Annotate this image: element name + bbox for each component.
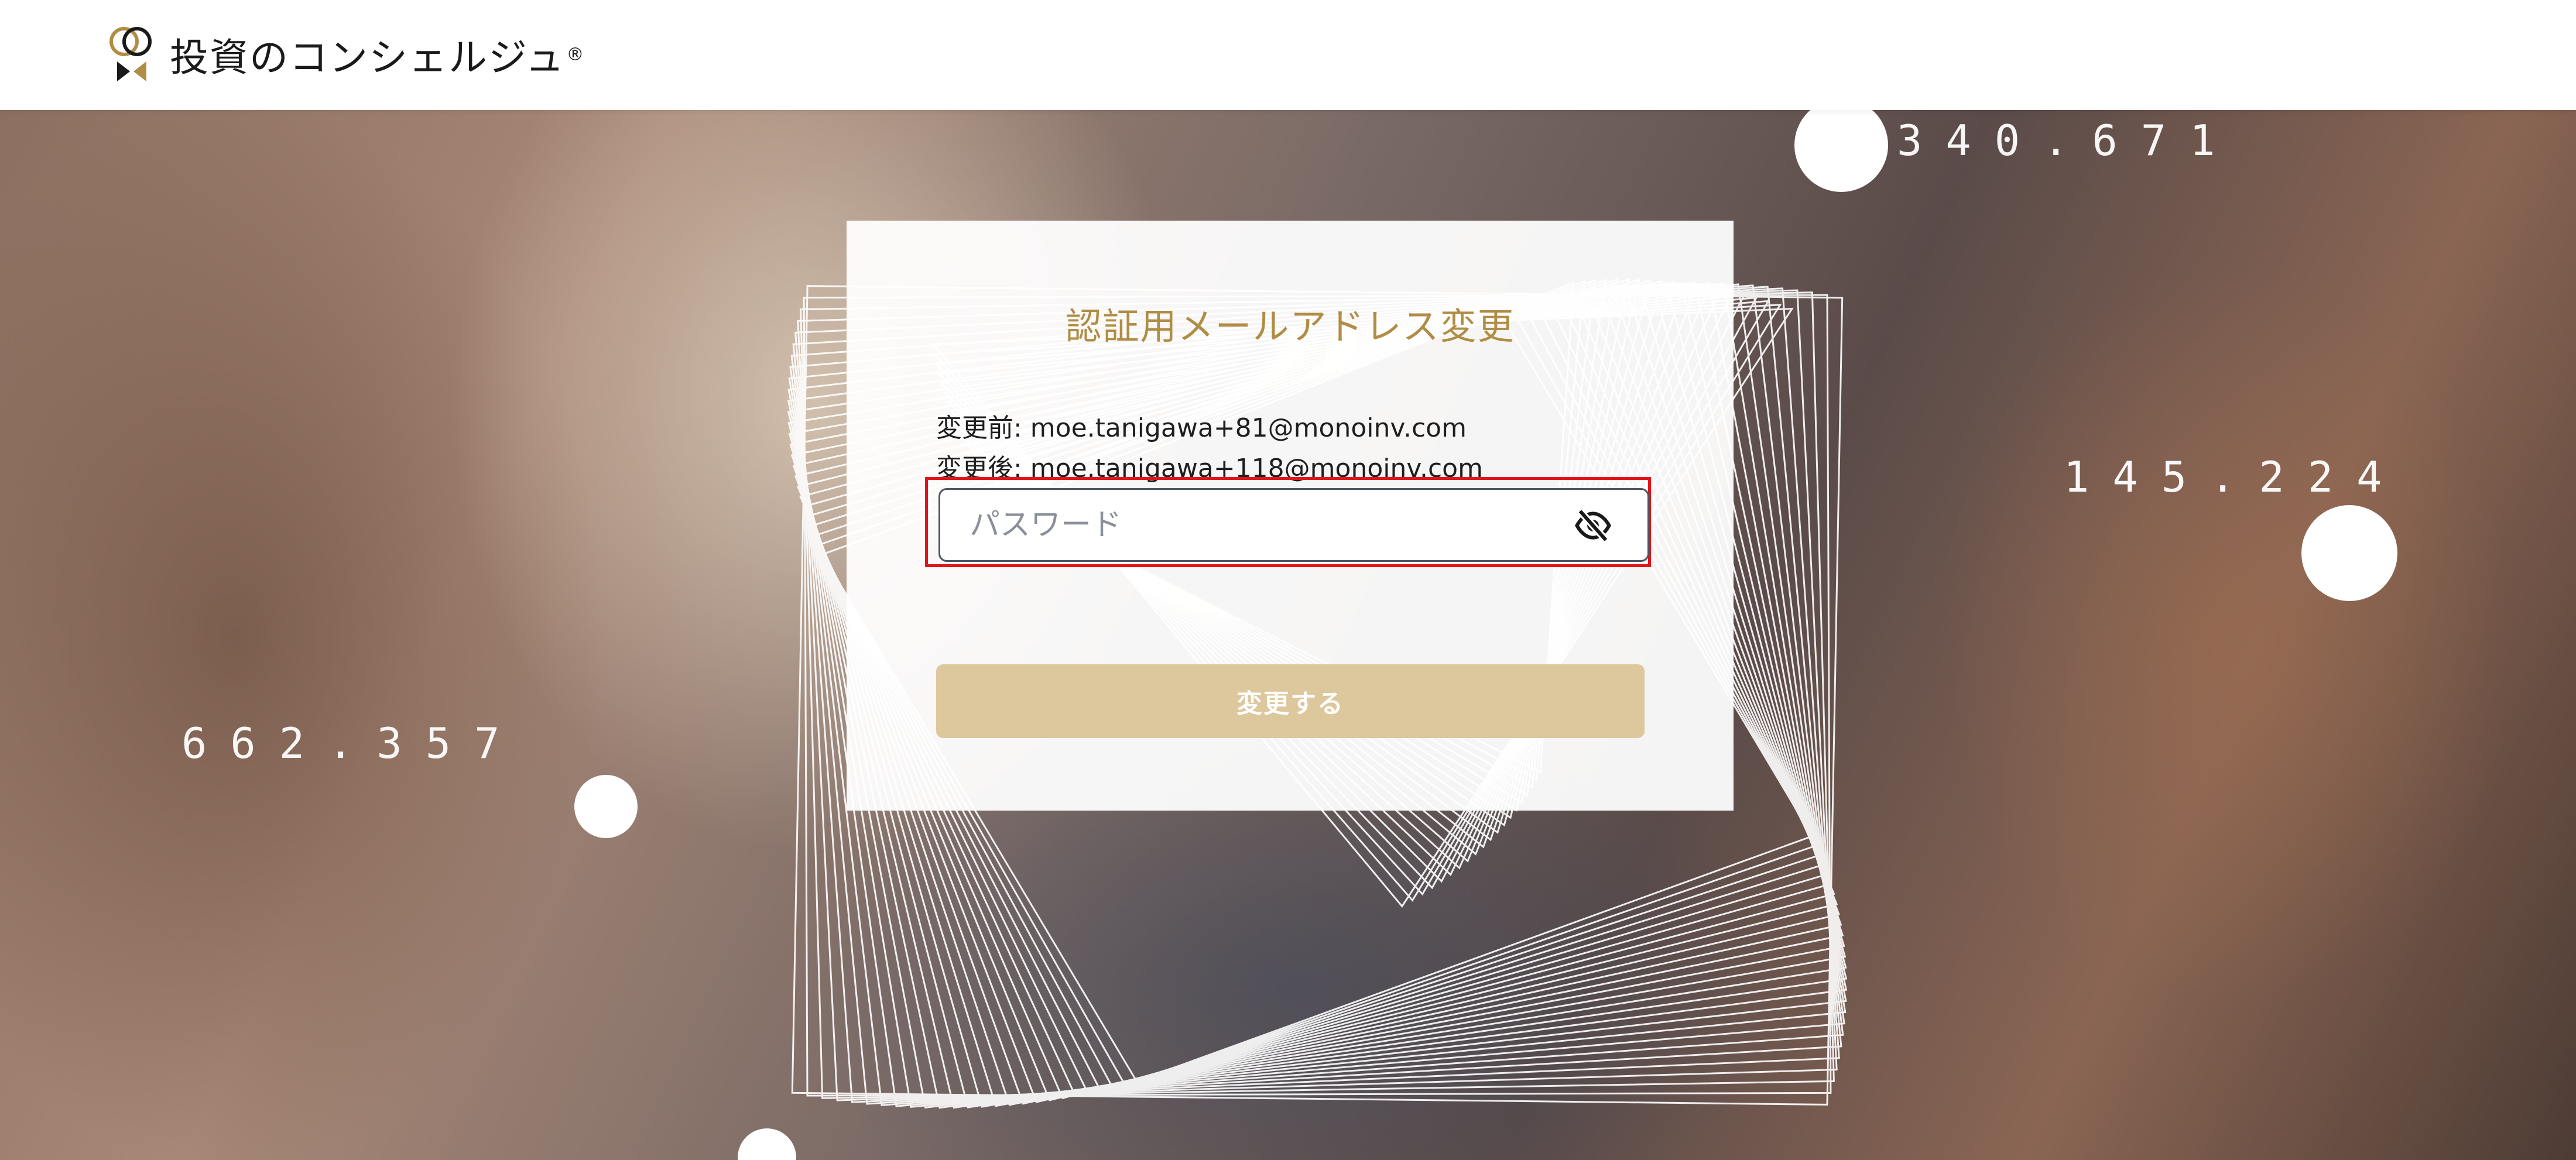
- site-logo[interactable]: 投資のコンシェルジュ ®: [107, 22, 584, 87]
- page-title: 認証用メールアドレス変更: [1065, 305, 1515, 348]
- registered-mark: ®: [566, 44, 584, 65]
- eye-slash-icon[interactable]: [1574, 506, 1612, 545]
- hero-dot: [738, 1128, 796, 1160]
- hero-dot: [2301, 505, 2397, 601]
- concierge-logo-icon: [109, 27, 152, 81]
- password-input[interactable]: [938, 488, 1649, 562]
- hero-number-top-right: 340.671: [1897, 116, 2239, 165]
- email-before: 変更前: moe.tanigawa+81@monoinv.com: [936, 413, 1467, 443]
- submit-button[interactable]: 変更する: [936, 664, 1645, 738]
- hero-number-right: 145.224: [2064, 452, 2406, 502]
- email-change-card: 認証用メールアドレス変更 変更前: moe.tanigawa+81@monoin…: [847, 221, 1734, 811]
- hero-dot: [574, 775, 638, 838]
- site-header: 投資のコンシェルジュ ®: [0, 0, 2576, 110]
- password-field-highlight: [925, 477, 1651, 567]
- hero-dot: [1794, 110, 1888, 192]
- hero-number-left: 662.357: [181, 719, 523, 768]
- logo-text: 投資のコンシェルジュ: [170, 35, 566, 80]
